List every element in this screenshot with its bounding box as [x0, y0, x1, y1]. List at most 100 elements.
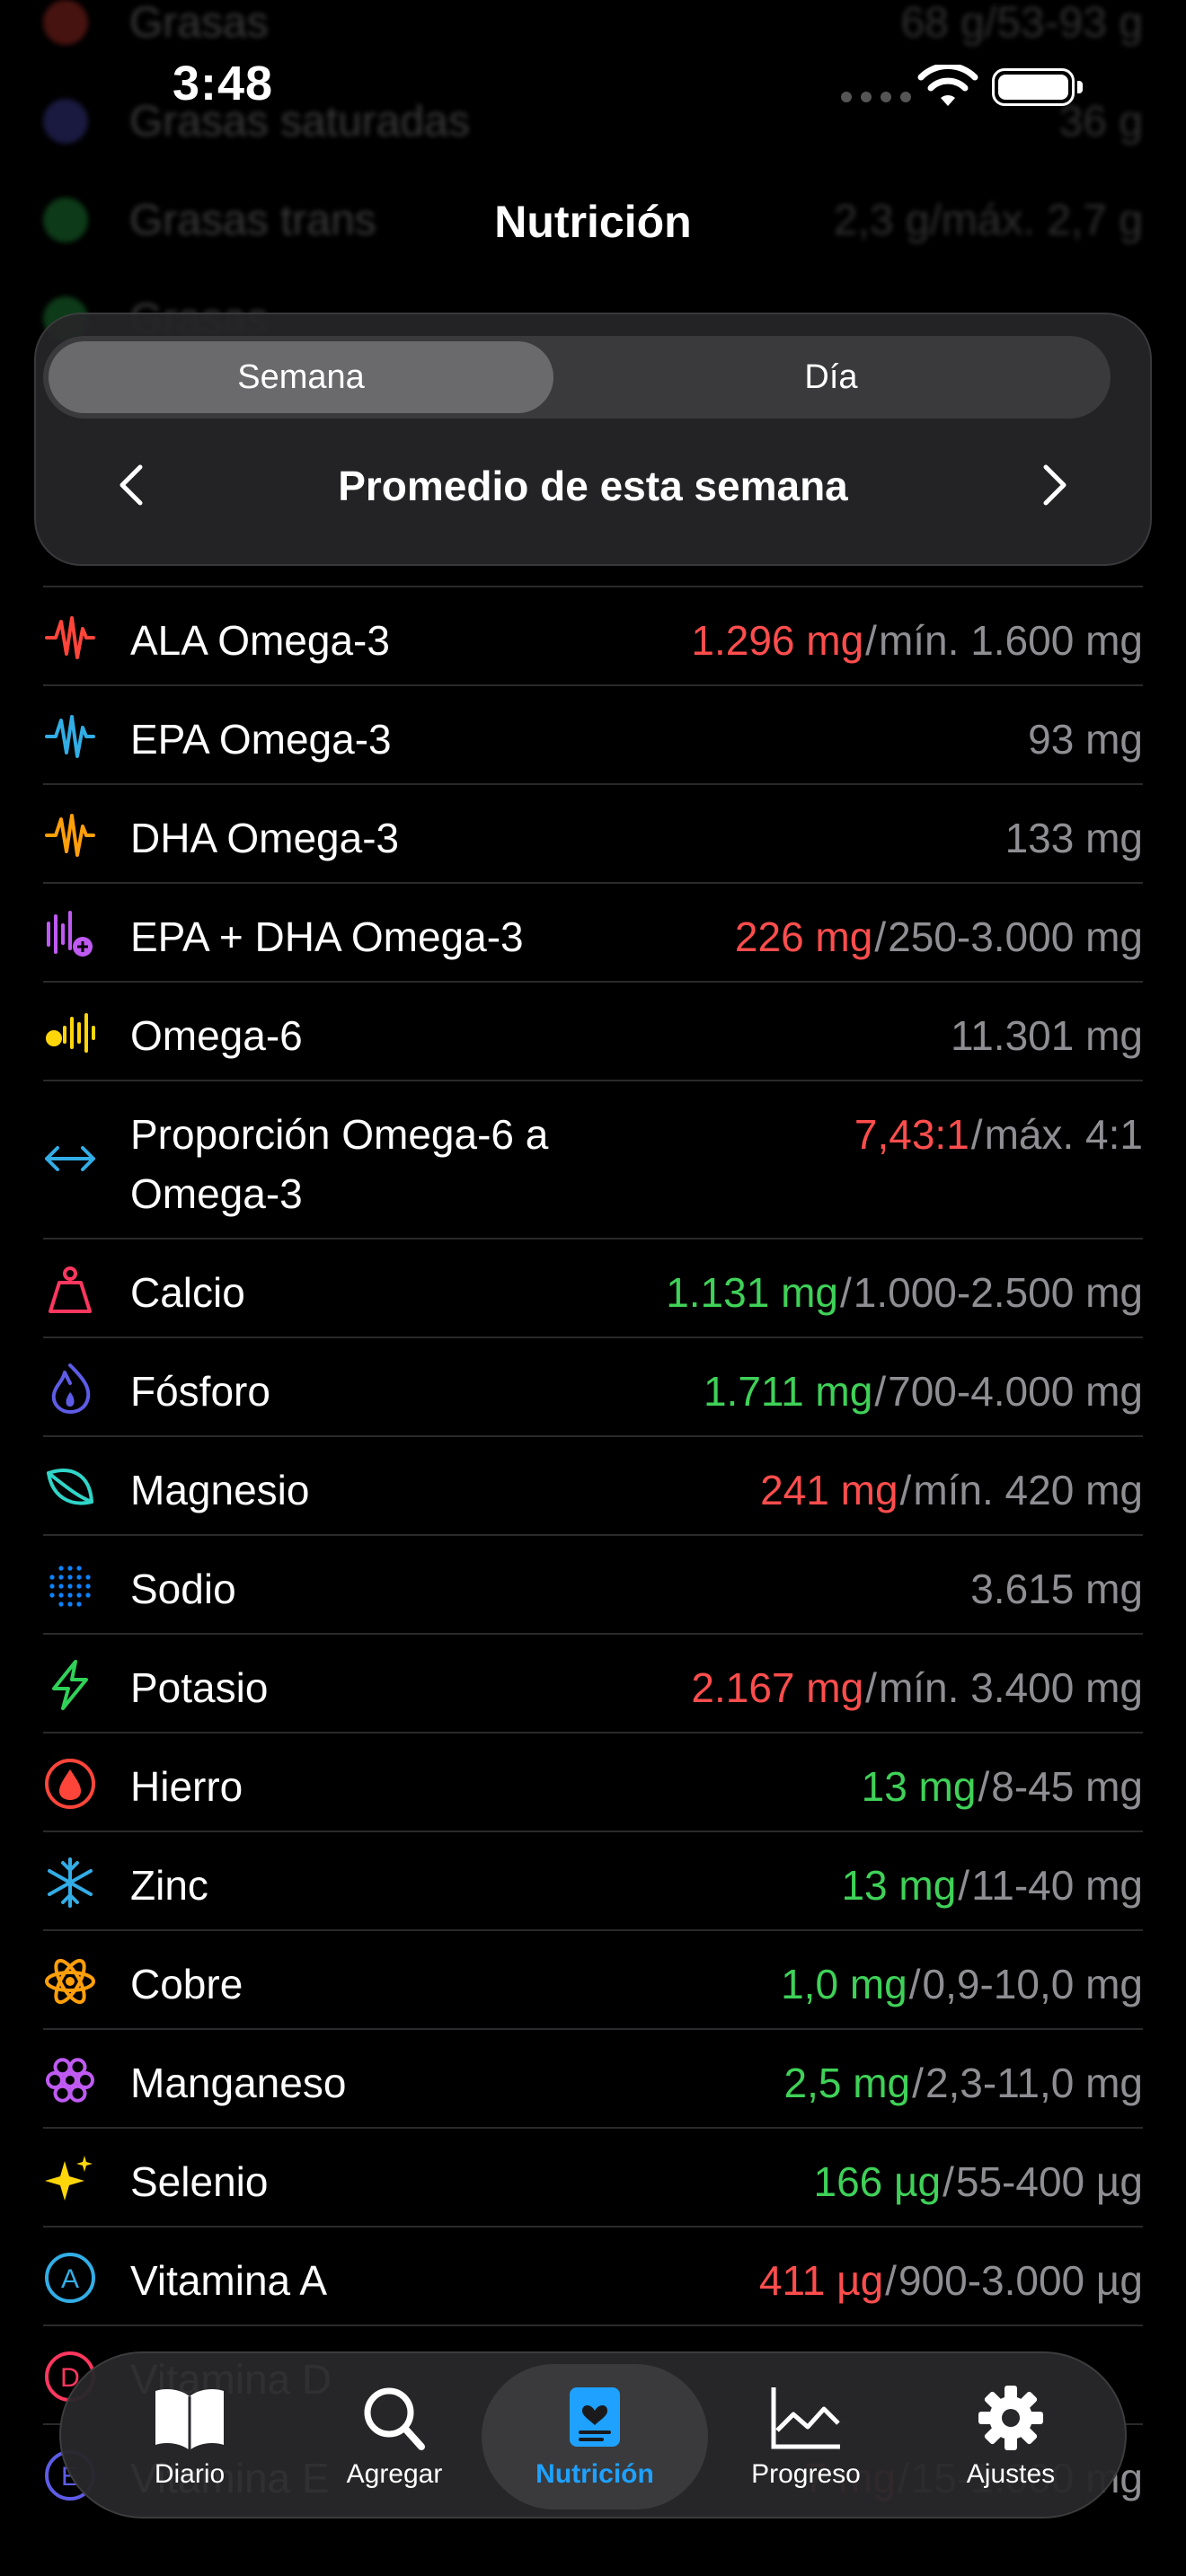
nutrient-value: 226 mg/250-3.000 mg [735, 907, 1143, 966]
nutrient-row[interactable]: Potasio 2.167 mg/mín. 3.400 mg [43, 1633, 1143, 1732]
nutrient-row[interactable]: Zinc 13 mg/11-40 mg [43, 1831, 1143, 1929]
period-label: Promedio de esta semana [338, 463, 848, 509]
nutrient-name: Hierro [130, 1763, 243, 1810]
segment-week[interactable]: Semana [49, 341, 553, 413]
sparkles-icon [43, 2152, 97, 2206]
nutrient-name: Calcio [130, 1269, 245, 1316]
nutrient-target: 0,9-10,0 mg [922, 1961, 1143, 2007]
nutrient-target: 900-3.000 µg [898, 2257, 1143, 2304]
nutrient-name: DHA Omega-3 [130, 815, 400, 861]
period-segmented-control: Semana Día [43, 336, 1111, 419]
segment-day[interactable]: Día [579, 341, 1084, 413]
nutrient-value: 1.711 mg/700-4.000 mg [704, 1362, 1143, 1421]
nutrient-row[interactable]: Cobre 1,0 mg/0,9-10,0 mg [43, 1929, 1143, 2028]
nutrient-name: Potasio [130, 1664, 269, 1711]
value-separator: / [912, 2060, 924, 2106]
nutrient-value: 11.301 mg [951, 1006, 1143, 1065]
nutrient-value: 13 mg/11-40 mg [841, 1856, 1143, 1915]
nutrient-amount: 226 mg [734, 913, 873, 960]
nutrient-amount: 1.296 mg [691, 617, 864, 664]
status-bar: 3:48 [0, 0, 1186, 180]
value-separator: / [874, 1368, 887, 1415]
value-separator: / [970, 1111, 983, 1158]
nutrient-row[interactable]: EPA + DHA Omega-3 226 mg/250-3.000 mg [43, 882, 1143, 981]
nutrient-value: 1,0 mg/0,9-10,0 mg [781, 1954, 1143, 2014]
waveform-dot-icon [43, 1006, 97, 1060]
nutrient-name: EPA Omega-3 [130, 716, 392, 763]
nutrient-target: 8-45 mg [991, 1763, 1143, 1810]
nutrient-row[interactable]: Omega-6 11.301 mg [43, 981, 1143, 1080]
nutrient-row[interactable]: Manganeso 2,5 mg/2,3-11,0 mg [43, 2028, 1143, 2127]
nutrient-row[interactable]: Magnesio 241 mg/mín. 420 mg [43, 1435, 1143, 1534]
value-separator: / [978, 1763, 990, 1810]
nutrient-value: 13 mg/8-45 mg [862, 1757, 1143, 1816]
nutrient-amount: 1.711 mg [703, 1368, 873, 1415]
value-separator: / [958, 1862, 970, 1909]
nutrient-value: 411 µg/900-3.000 µg [759, 2251, 1143, 2310]
nutrient-name: Zinc [130, 1862, 208, 1909]
nutrient-row[interactable]: Selenio 166 µg/55-400 µg [43, 2127, 1143, 2226]
nutrient-row[interactable]: A Vitamina A 411 µg/900-3.000 µg [43, 2226, 1143, 2325]
nutrient-row[interactable]: Fósforo 1.711 mg/700-4.000 mg [43, 1337, 1143, 1435]
value-separator: / [908, 1961, 921, 2007]
nutrient-amount: 133 mg [1005, 815, 1143, 861]
battery-icon [992, 68, 1083, 106]
svg-text:A: A [61, 2264, 79, 2294]
nutrient-amount: 7,43:1 [854, 1111, 969, 1158]
nutrient-amount: 1,0 mg [781, 1961, 907, 2007]
letter-a-circle-icon: A [43, 2251, 97, 2305]
nutrient-row[interactable]: Sodio 3.615 mg [43, 1534, 1143, 1633]
chevron-right-icon[interactable] [1026, 458, 1080, 512]
waveform-icon [43, 808, 97, 862]
tab-nutricion[interactable]: Nutrición [482, 2364, 708, 2510]
book-icon [155, 2389, 224, 2450]
nutrient-row[interactable]: ALA Omega-3 1.296 mg/mín. 1.600 mg [43, 586, 1143, 684]
nutrition-icon [570, 2387, 620, 2447]
value-separator: / [865, 1664, 877, 1711]
nutrient-value: 1.131 mg/1.000-2.500 mg [666, 1263, 1143, 1322]
nutrient-name: Proporción Omega-6 a Omega-3 [130, 1111, 549, 1217]
gear-icon [978, 2386, 1043, 2450]
status-time: 3:48 [173, 57, 274, 110]
arrow-left-right-icon [43, 1132, 97, 1186]
nutrient-row[interactable]: Proporción Omega-6 a Omega-3 7,43:1/máx. … [43, 1080, 1143, 1238]
nutrient-row[interactable]: Hierro 13 mg/8-45 mg [43, 1732, 1143, 1831]
value-separator: / [943, 2158, 954, 2205]
nutrient-amount: 411 µg [758, 2257, 884, 2304]
nutrient-name: Fósforo [130, 1368, 270, 1415]
drop-icon [43, 1757, 97, 1811]
flame-icon [43, 1362, 97, 1416]
scale-weight-icon [43, 1263, 97, 1317]
nutrient-target: 700-4.000 mg [888, 1368, 1143, 1415]
nutrient-row[interactable]: Calcio 1.131 mg/1.000-2.500 mg [43, 1238, 1143, 1337]
nutrient-name: Sodio [130, 1566, 236, 1612]
nutrient-name: ALA Omega-3 [130, 617, 390, 664]
waveform-plus-icon [43, 907, 97, 961]
nutrient-list: ALA Omega-3 1.296 mg / mín. 1.600 mg EPA Ome… [43, 586, 1143, 2522]
nutrient-amount: 2.167 mg [691, 1664, 864, 1711]
value-separator: / [874, 913, 887, 960]
nutrient-value: 166 µg/55-400 µg [813, 2152, 1143, 2211]
nutrient-value: 7,43:1/máx. 4:1 [854, 1105, 1143, 1164]
nutrient-target: mín. 1.600 mg [878, 617, 1143, 664]
tab-ajustes[interactable]: Ajustes [907, 2353, 1114, 2520]
value-separator: / [899, 1467, 912, 1513]
tab-diario[interactable]: Diario [86, 2353, 293, 2520]
nutrient-target: 11-40 mg [971, 1862, 1143, 1909]
nutrient-value: 2,5 mg/2,3-11,0 mg [784, 2053, 1143, 2113]
tab-progreso[interactable]: Progreso [703, 2353, 909, 2520]
nutrient-amount: 166 µg [813, 2158, 942, 2205]
nutrient-row[interactable]: DHA Omega-3 133 mg [43, 783, 1143, 882]
nutrient-amount: 3.615 mg [970, 1566, 1143, 1612]
nutrient-name: Selenio [130, 2158, 269, 2205]
tab-label: Agregar [346, 2459, 443, 2489]
bolt-icon [43, 1658, 97, 1712]
tab-agregar[interactable]: Agregar [291, 2353, 498, 2520]
nutrient-target: 2,3-11,0 mg [925, 2060, 1143, 2106]
nutrient-target: 55-400 µg [955, 2158, 1143, 2205]
nutrient-row[interactable]: EPA Omega-3 93 mg [43, 684, 1143, 783]
nutrient-target: 1.000-2.500 mg [853, 1269, 1143, 1316]
wifi-icon [917, 65, 978, 106]
nutrient-value: 3.615 mg [970, 1559, 1143, 1619]
nutrient-value: 2.167 mg/mín. 3.400 mg [691, 1658, 1143, 1717]
